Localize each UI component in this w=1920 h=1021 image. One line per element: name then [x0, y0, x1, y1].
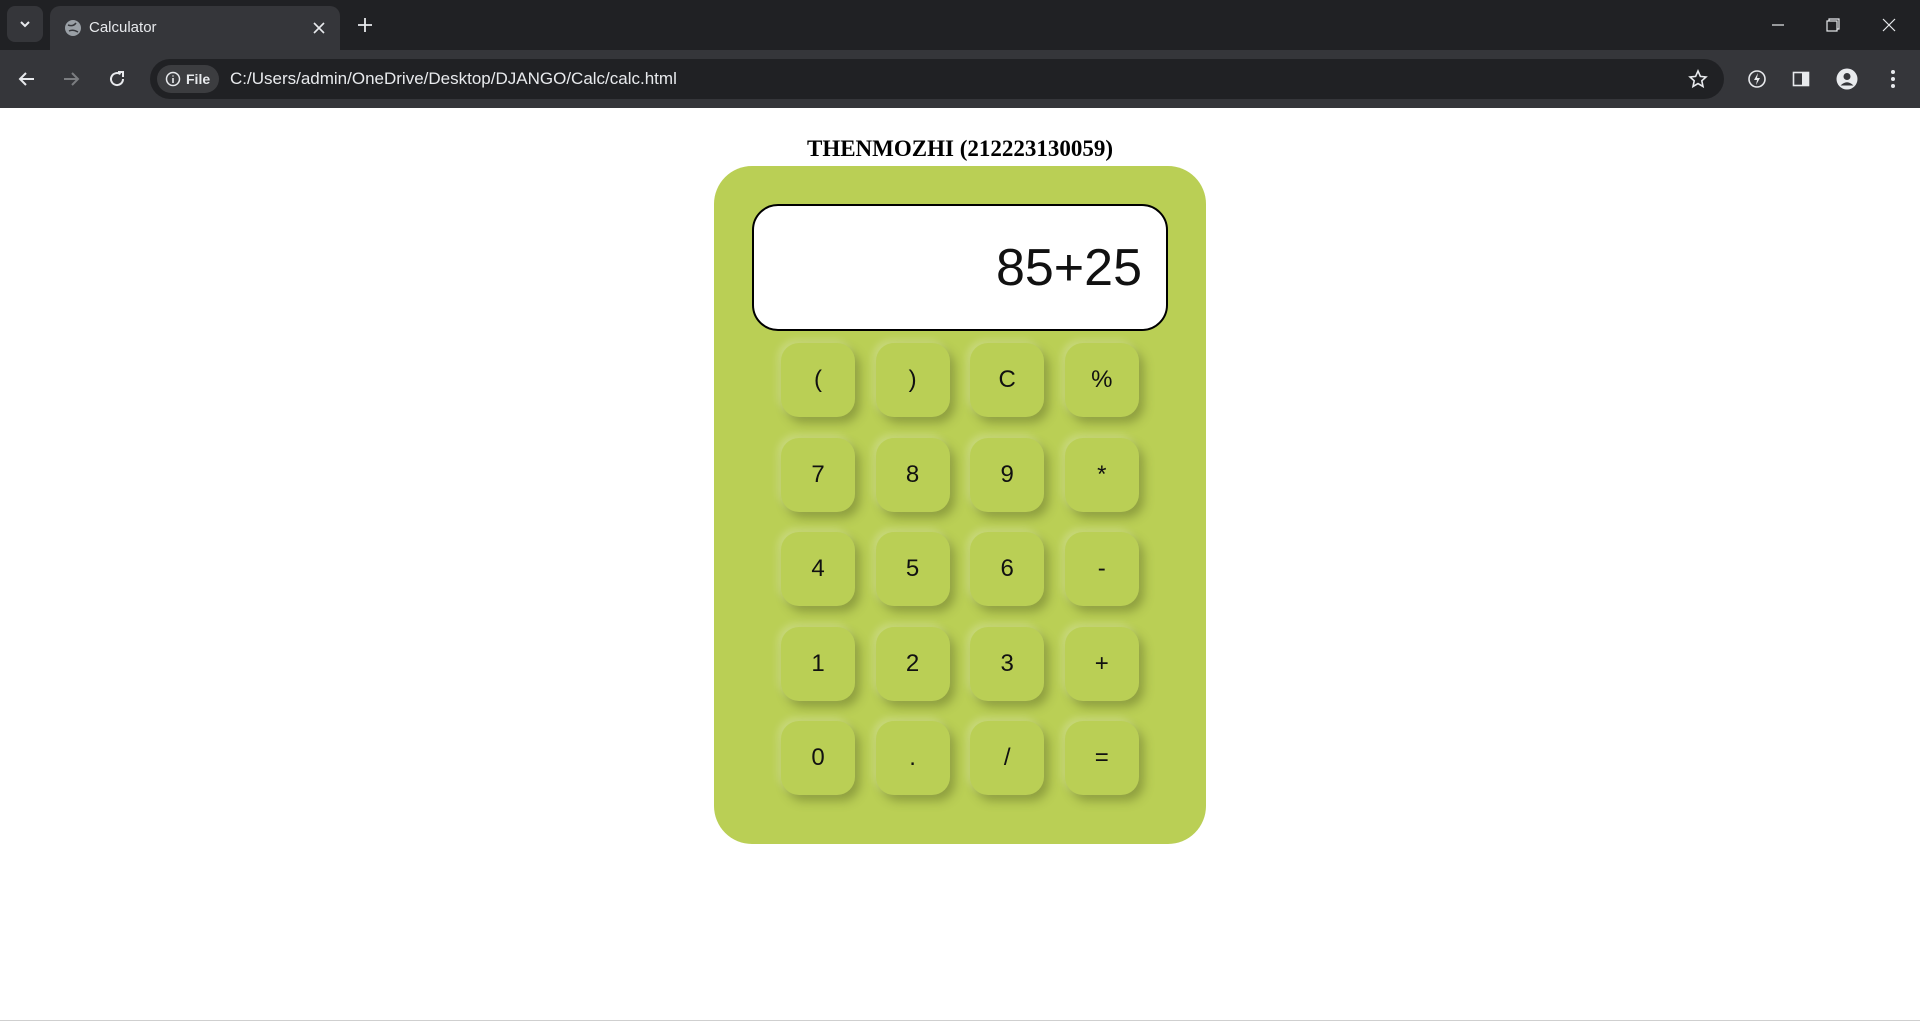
key-4[interactable]: 4 — [781, 532, 855, 607]
browser-tab[interactable]: Calculator — [50, 6, 340, 50]
calculator-display: 85+25 — [752, 204, 1168, 331]
key-plus[interactable]: + — [1064, 626, 1139, 701]
key-7[interactable]: 7 — [781, 437, 855, 512]
tab-title: Calculator — [89, 19, 157, 36]
key-equals[interactable]: = — [1064, 721, 1139, 796]
kebab-menu-icon — [1891, 70, 1895, 88]
minimize-button[interactable] — [1762, 9, 1794, 41]
bookmark-button[interactable] — [1686, 67, 1710, 91]
avatar-icon — [1836, 68, 1858, 90]
key-minus[interactable]: - — [1064, 532, 1139, 607]
tab-strip: Calculator — [0, 0, 1920, 50]
site-info-chip[interactable]: File — [157, 65, 219, 93]
key-open-paren[interactable]: ( — [781, 343, 855, 417]
star-icon — [1688, 69, 1708, 89]
address-bar[interactable]: File C:/Users/admin/OneDrive/Desktop/DJA… — [150, 59, 1724, 99]
close-icon — [1882, 18, 1896, 32]
profile-button[interactable] — [1831, 63, 1863, 95]
plus-icon — [358, 18, 372, 32]
key-decimal[interactable]: . — [875, 721, 950, 796]
page-content: THENMOZHI (212223130059) 85+25 ( ) C % 7… — [0, 108, 1920, 1021]
calculator: 85+25 ( ) C % 7 8 9 * 4 5 6 - 1 2 3 + 0 … — [714, 166, 1206, 844]
keypad: ( ) C % 7 8 9 * 4 5 6 - 1 2 3 + 0 . / = — [781, 343, 1139, 796]
close-icon — [313, 22, 325, 34]
reload-button[interactable] — [101, 63, 133, 95]
side-panel-icon — [1792, 71, 1810, 87]
key-0[interactable]: 0 — [781, 721, 855, 796]
close-window-button[interactable] — [1873, 9, 1905, 41]
minimize-icon — [1772, 24, 1784, 26]
page-title: THENMOZHI (212223130059) — [806, 136, 1114, 161]
key-1[interactable]: 1 — [781, 626, 855, 701]
forward-button[interactable] — [55, 63, 87, 95]
back-button[interactable] — [11, 63, 43, 95]
key-5[interactable]: 5 — [875, 532, 950, 607]
chip-label: File — [186, 71, 211, 87]
new-tab-button[interactable] — [351, 11, 379, 39]
arrow-right-icon — [64, 72, 80, 86]
browser-toolbar: File C:/Users/admin/OneDrive/Desktop/DJA… — [0, 50, 1920, 108]
url-text[interactable]: C:/Users/admin/OneDrive/Desktop/DJANGO/C… — [230, 69, 677, 89]
menu-button[interactable] — [1877, 63, 1909, 95]
performance-icon — [1748, 70, 1766, 88]
display-value: 85+25 — [995, 238, 1142, 297]
key-close-paren[interactable]: ) — [875, 343, 950, 417]
reload-icon — [110, 71, 125, 87]
chevron-down-icon — [20, 21, 30, 28]
key-6[interactable]: 6 — [970, 532, 1045, 607]
arrow-left-icon — [18, 72, 34, 86]
performance-button[interactable] — [1741, 63, 1773, 95]
key-2[interactable]: 2 — [875, 626, 950, 701]
key-percent[interactable]: % — [1064, 343, 1139, 417]
key-8[interactable]: 8 — [875, 437, 950, 512]
restore-icon — [1826, 18, 1840, 32]
key-divide[interactable]: / — [970, 721, 1045, 796]
tab-search-button[interactable] — [7, 6, 43, 42]
info-icon — [165, 71, 181, 87]
key-multiply[interactable]: * — [1064, 437, 1139, 512]
key-3[interactable]: 3 — [970, 626, 1045, 701]
close-tab-button[interactable] — [308, 17, 330, 39]
globe-icon — [65, 20, 81, 36]
key-clear[interactable]: C — [970, 343, 1045, 417]
restore-button[interactable] — [1817, 9, 1849, 41]
key-9[interactable]: 9 — [970, 437, 1045, 512]
side-panel-button[interactable] — [1785, 63, 1817, 95]
